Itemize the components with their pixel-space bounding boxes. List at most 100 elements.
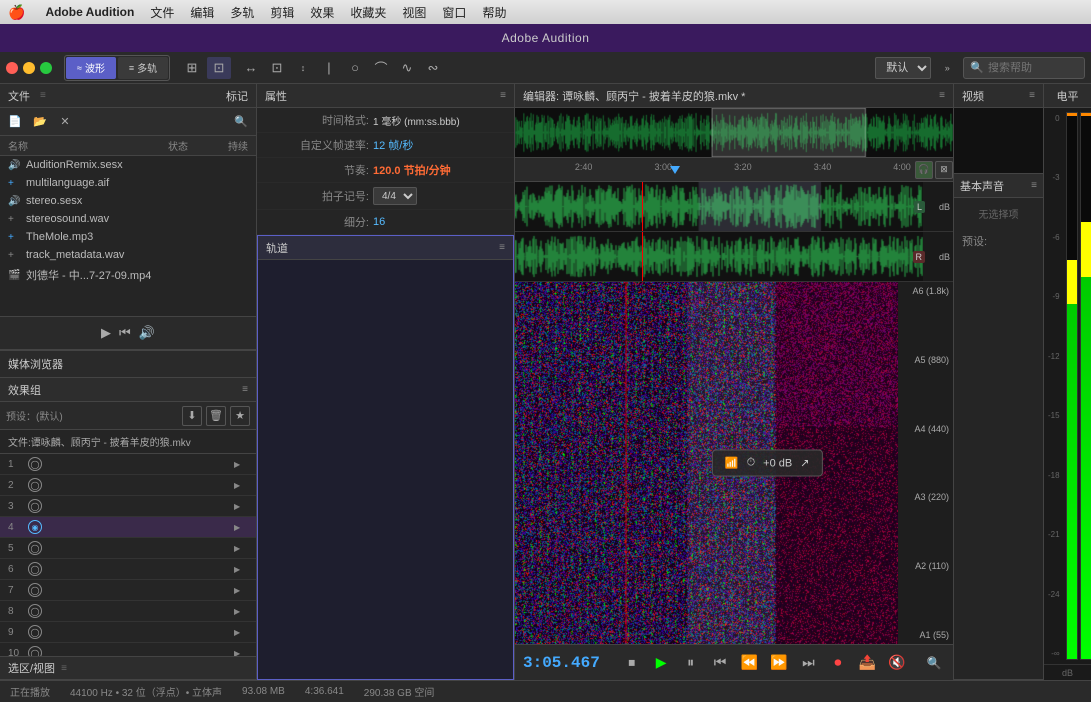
list-item[interactable]: + multilanguage.aif <box>0 174 256 192</box>
menu-multitrack[interactable]: 多轨 <box>222 0 262 24</box>
timeline-mark-5: 4:00 <box>893 162 911 172</box>
fx-play-btn[interactable]: ▶ <box>234 544 248 553</box>
fx-play-btn[interactable]: ▶ <box>234 460 248 469</box>
menu-effects[interactable]: 效果 <box>302 0 342 24</box>
tool-draw[interactable]: ↕ <box>291 57 315 79</box>
fx-play-btn[interactable]: ▶ <box>234 607 248 616</box>
loop-btn[interactable]: ⊠ <box>935 161 953 179</box>
fx-play-btn[interactable]: ▶ <box>234 586 248 595</box>
search-input[interactable] <box>988 62 1078 74</box>
list-item[interactable]: 🔊 stereo.sesx <box>0 192 256 210</box>
properties-menu-icon[interactable]: ≡ <box>500 90 506 101</box>
menu-help[interactable]: 帮助 <box>474 0 514 24</box>
fx-power-btn[interactable]: ◯ <box>28 625 42 639</box>
transport-play[interactable]: ▶ <box>650 651 671 675</box>
menu-favorites[interactable]: 收藏夹 <box>342 0 394 24</box>
view-btn-1[interactable]: ⊞ <box>180 57 204 79</box>
fx-power-btn[interactable]: ◯ <box>28 604 42 618</box>
playhead-indicator <box>670 166 680 174</box>
fx-power-btn[interactable]: ◉ <box>28 520 42 534</box>
fx-power-btn[interactable]: ◯ <box>28 457 42 471</box>
list-item[interactable]: 🎬 刘德华 - 中...7-27-09.mp4 <box>0 264 256 286</box>
list-item[interactable]: + track_metadata.wav <box>0 246 256 264</box>
fx-power-btn[interactable]: ◯ <box>28 646 42 656</box>
effects-save-btn[interactable]: ⬇ <box>182 406 202 426</box>
transport-export[interactable]: 📤 <box>857 651 878 675</box>
list-item[interactable]: + stereosound.wav <box>0 210 256 228</box>
open-file-btn[interactable]: 📂 <box>29 112 51 132</box>
transport-forward[interactable]: ⏩ <box>768 651 789 675</box>
meter-scale: 0 -3 -6 -9 -12 -15 -18 -21 -24 -∞ <box>1048 112 1063 660</box>
effects-star-btn[interactable]: ★ <box>230 406 250 426</box>
menu-clip[interactable]: 剪辑 <box>262 0 302 24</box>
basic-sound-header: 基本声音 ≡ <box>954 174 1043 198</box>
menu-edit[interactable]: 编辑 <box>182 0 222 24</box>
stop-to-start-btn[interactable]: ⏮ <box>119 325 131 341</box>
transport-to-end[interactable]: ⏭ <box>798 651 819 675</box>
waveform-canvas-R[interactable] <box>515 232 923 281</box>
video-menu-icon[interactable]: ≡ <box>1029 90 1035 101</box>
waveform-canvas-L[interactable] <box>515 182 923 231</box>
tool-brush[interactable]: ⌒ <box>369 57 393 79</box>
workspace-select[interactable]: 默认 <box>875 57 931 79</box>
volume-btn[interactable]: 🔊 <box>139 325 155 341</box>
menu-window[interactable]: 窗口 <box>434 0 474 24</box>
fx-power-btn[interactable]: ◯ <box>28 499 42 513</box>
headphone-btn[interactable]: 🎧 <box>915 161 933 179</box>
maximize-button[interactable] <box>40 62 52 74</box>
tool-cursor[interactable]: | <box>317 57 341 79</box>
multitrack-tab[interactable]: ≡ 多轨 <box>118 57 168 79</box>
transport-record[interactable]: ⏺ <box>827 651 848 675</box>
fx-power-btn[interactable]: ◯ <box>28 541 42 555</box>
list-item[interactable]: + TheMole.mp3 <box>0 228 256 246</box>
close-button[interactable] <box>6 62 18 74</box>
waveform-tab[interactable]: ≈ 波形 <box>66 57 116 79</box>
search-files-btn[interactable]: 🔍 <box>230 112 252 132</box>
time-sig-select[interactable]: 4/4 <box>373 187 417 205</box>
editor-header: 编辑器: 谭咏麟、顾丙宁 - 披着羊皮的狼.mkv * ≡ <box>515 84 953 108</box>
fx-play-btn[interactable]: ▶ <box>234 628 248 637</box>
tool-lasso[interactable]: ○ <box>343 57 367 79</box>
tool-extra[interactable]: ∾ <box>421 57 445 79</box>
basic-sound-menu-icon[interactable]: ≡ <box>1031 180 1037 191</box>
tool-heal[interactable]: ∿ <box>395 57 419 79</box>
fx-play-btn[interactable]: ▶ <box>234 565 248 574</box>
transport-mute[interactable]: 🔇 <box>886 651 907 675</box>
spectrogram-area[interactable]: A6 (1.8k) A5 (880) A4 (440) A3 (220) A2 … <box>515 282 953 644</box>
workspace-expand[interactable]: » <box>935 57 959 79</box>
new-file-btn[interactable]: 📄 <box>4 112 26 132</box>
tool-select[interactable]: ⊡ <box>265 57 289 79</box>
files-menu-icon[interactable]: ≡ <box>40 90 46 101</box>
waveform-overview[interactable] <box>515 108 953 158</box>
editor-menu-icon[interactable]: ≡ <box>939 90 945 101</box>
effects-delete-btn[interactable]: 🗑 <box>206 406 226 426</box>
effects-menu-icon[interactable]: ≡ <box>242 384 248 395</box>
minimize-button[interactable] <box>23 62 35 74</box>
transport-to-start[interactable]: ⏮ <box>709 651 730 675</box>
fx-num: 2 <box>8 480 22 491</box>
transport-rewind[interactable]: ⏪ <box>739 651 760 675</box>
fx-power-btn[interactable]: ◯ <box>28 562 42 576</box>
transport-pause[interactable]: ⏸ <box>680 651 701 675</box>
fx-power-btn[interactable]: ◯ <box>28 478 42 492</box>
tracks-menu-icon[interactable]: ≡ <box>499 242 505 253</box>
transport-zoom[interactable]: 🔍 <box>924 651 945 675</box>
fx-play-btn[interactable]: ▶ <box>234 502 248 511</box>
menu-file[interactable]: 文件 <box>142 0 182 24</box>
fx-num: 3 <box>8 501 22 512</box>
fx-play-btn[interactable]: ▶ <box>234 649 248 657</box>
tool-move[interactable]: ↔ <box>239 57 263 79</box>
transport-stop[interactable]: ⏹ <box>621 651 642 675</box>
fx-play-btn[interactable]: ▶ <box>234 523 248 532</box>
view-menu-icon[interactable]: ≡ <box>61 663 67 674</box>
play-btn[interactable]: ▶ <box>101 325 111 341</box>
app-name-menu[interactable]: Adobe Audition <box>37 5 142 19</box>
list-item[interactable]: 🔊 AuditionRemix.sesx <box>0 156 256 174</box>
apple-menu[interactable]: 🍎 <box>8 4 25 21</box>
view-btn-2[interactable]: ⊡ <box>207 57 231 79</box>
menu-view[interactable]: 视图 <box>394 0 434 24</box>
fx-play-btn[interactable]: ▶ <box>234 481 248 490</box>
files-panel-header: 文件 ≡ 标记 <box>0 84 256 108</box>
fx-power-btn[interactable]: ◯ <box>28 583 42 597</box>
close-file-btn[interactable]: ✕ <box>54 112 76 132</box>
